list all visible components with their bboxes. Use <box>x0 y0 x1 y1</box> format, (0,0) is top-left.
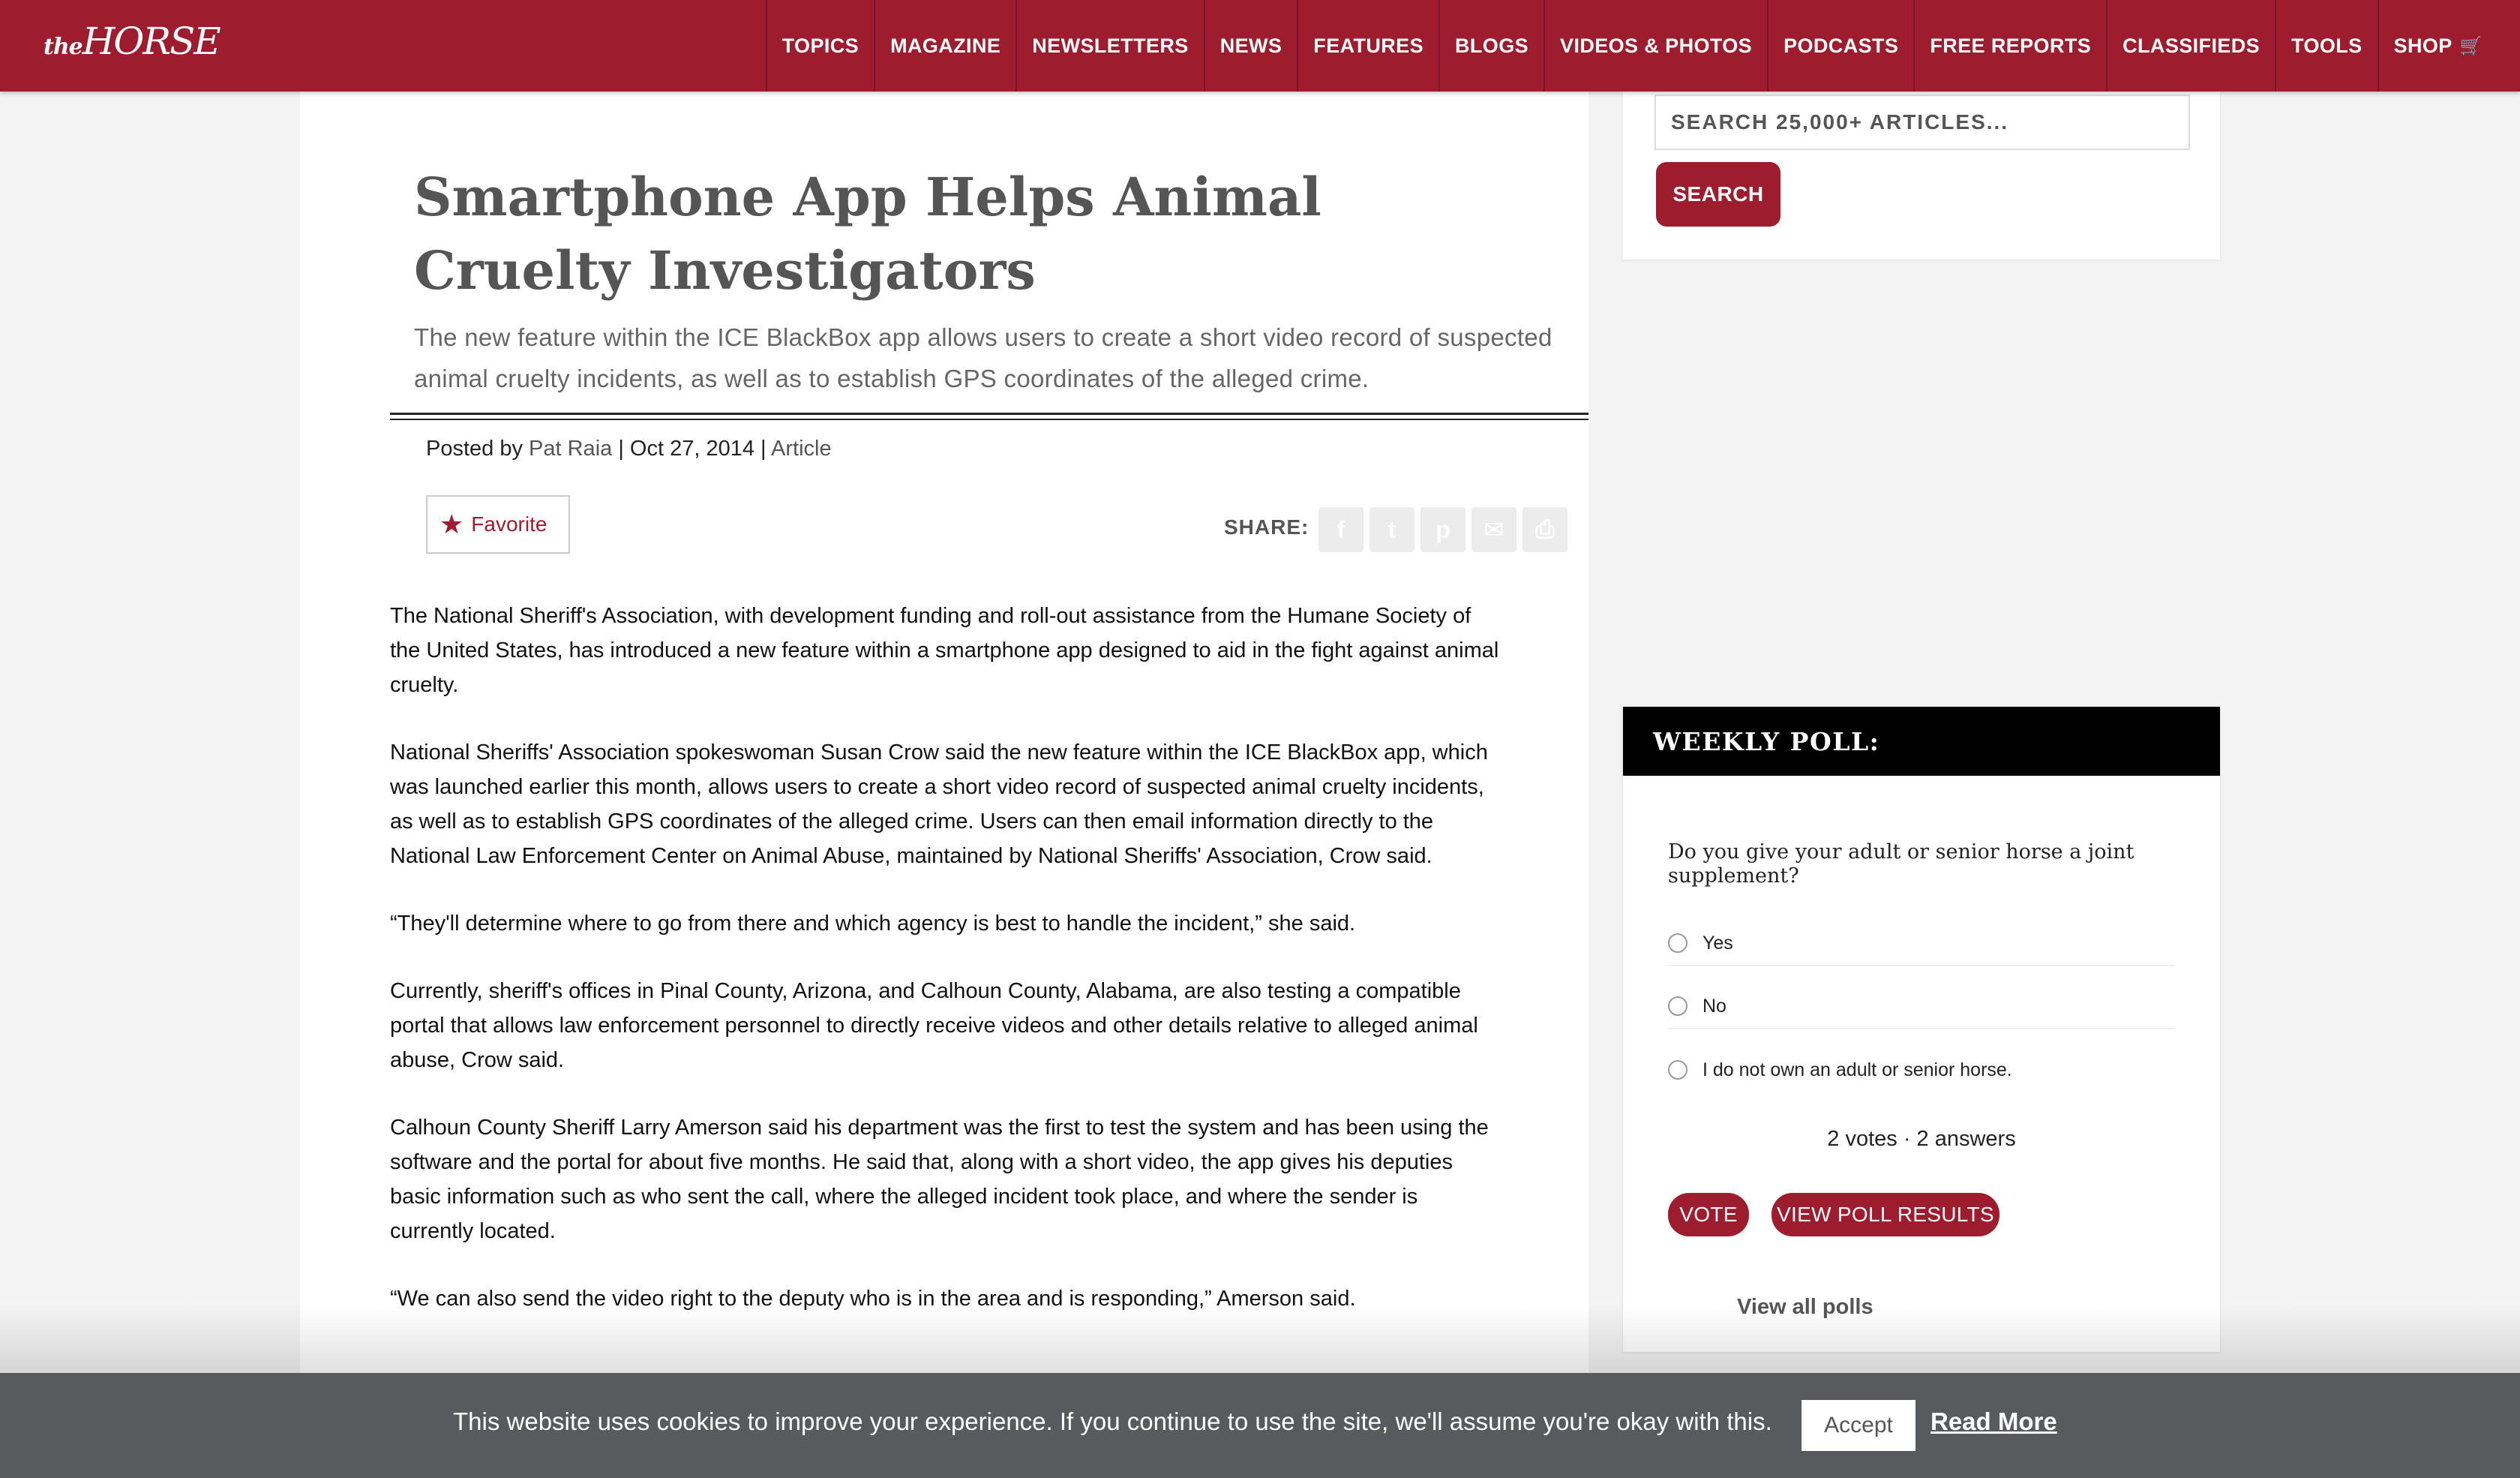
view-poll-results-button[interactable]: VIEW POLL RESULTS <box>1772 1193 2000 1236</box>
nav-item-free-reports[interactable]: FREE REPORTS <box>1913 0 2106 92</box>
logo-horse-text: HORSE <box>82 20 221 63</box>
article-paragraph: The National Sheriff's Association, with… <box>390 604 1499 697</box>
cookie-read-more-link[interactable]: Read More <box>1930 1407 2057 1436</box>
cookie-message: This website uses cookies to improve you… <box>453 1407 1772 1435</box>
nav-label: PODCASTS <box>1784 34 1899 57</box>
nav-label: CLASSIFIEDS <box>2122 34 2260 57</box>
nav-item-videos-photos[interactable]: VIDEOS & PHOTOS <box>1544 0 1767 92</box>
nav-item-news[interactable]: NEWS <box>1203 0 1298 92</box>
nav-label: FREE REPORTS <box>1930 34 2092 57</box>
radio-button[interactable] <box>1668 996 1688 1016</box>
cookie-accept-button[interactable]: Accept <box>1802 1400 1916 1451</box>
poll-question: Do you give your adult or senior horse a… <box>1668 840 2134 888</box>
nav-label: TOPICS <box>782 34 860 57</box>
cookie-bar-shadow <box>0 1305 2520 1373</box>
nav-label: VIDEOS & PHOTOS <box>1560 34 1753 57</box>
radio-button[interactable] <box>1668 933 1688 953</box>
weekly-poll-widget: WEEKLY POLL: Do you give your adult or s… <box>1623 707 2220 1352</box>
article-subtitle: The new feature within the ICE BlackBox … <box>414 323 1552 392</box>
meta-separator: | <box>612 437 630 461</box>
pinterest-icon[interactable]: p <box>1420 507 1466 552</box>
poll-vote-count: 2 votes · 2 answers <box>1827 1127 2016 1151</box>
nav-label: FEATURES <box>1313 34 1424 57</box>
nav-item-shop[interactable]: SHOP 🛒 <box>2377 0 2498 92</box>
article-date: Oct 27, 2014 <box>629 437 754 461</box>
poll-option-label: No <box>1702 995 1726 1017</box>
twitter-icon[interactable]: t <box>1370 507 1414 552</box>
nav-label: NEWS <box>1220 34 1282 57</box>
poll-option-label: Yes <box>1702 932 1733 954</box>
top-navigation-bar: the HORSE TOPICS MAGAZINE NEWSLETTERS NE… <box>0 0 2520 92</box>
share-label: SHARE: <box>1224 515 1310 539</box>
article-paragraph: “They'll determine where to go from ther… <box>390 912 1356 936</box>
article-meta: Posted by Pat Raia | Oct 27, 2014 | Arti… <box>426 437 832 461</box>
article-paragraph: Currently, sheriff's offices in Pinal Co… <box>390 979 1478 1072</box>
nav-item-topics[interactable]: TOPICS <box>765 0 874 92</box>
divider <box>390 413 1588 415</box>
email-icon[interactable]: ✉ <box>1472 507 1516 552</box>
search-widget: SEARCH <box>1623 92 2220 260</box>
meta-separator: | <box>754 437 772 461</box>
radio-button[interactable] <box>1668 1060 1688 1080</box>
poll-option-yes[interactable]: Yes <box>1668 921 2175 966</box>
search-button[interactable]: SEARCH <box>1656 162 1780 227</box>
nav-item-newsletters[interactable]: NEWSLETTERS <box>1016 0 1203 92</box>
poll-heading: WEEKLY POLL: <box>1623 707 2220 776</box>
star-icon: ★ <box>440 509 464 539</box>
article-paragraph: Calhoun County Sheriff Larry Amerson sai… <box>390 1116 1489 1243</box>
main-nav: TOPICS MAGAZINE NEWSLETTERS NEWS FEATURE… <box>765 0 2498 92</box>
cookie-consent-bar: This website uses cookies to improve you… <box>0 1373 2520 1478</box>
print-icon[interactable]: ⎙ <box>1522 507 1568 552</box>
nav-label: MAGAZINE <box>890 34 1001 57</box>
poll-option-label: I do not own an adult or senior horse. <box>1702 1059 2012 1080</box>
favorite-button[interactable]: ★ Favorite <box>426 495 570 554</box>
nav-label: NEWSLETTERS <box>1032 34 1189 57</box>
nav-label: BLOGS <box>1455 34 1529 57</box>
logo-the-text: the <box>44 34 83 60</box>
nav-item-magazine[interactable]: MAGAZINE <box>874 0 1016 92</box>
poll-option-no-horse[interactable]: I do not own an adult or senior horse. <box>1668 1047 2175 1092</box>
share-icons: f t p ✉ ⎙ <box>1318 507 1568 552</box>
cart-icon: 🛒 <box>2459 35 2482 56</box>
article-body: The National Sheriff's Association, with… <box>390 599 1500 1349</box>
nav-item-features[interactable]: FEATURES <box>1297 0 1438 92</box>
vote-button[interactable]: VOTE <box>1668 1193 1749 1236</box>
poll-option-no[interactable]: No <box>1668 984 2175 1029</box>
category-link[interactable]: Article <box>771 437 832 461</box>
divider <box>390 419 1588 420</box>
posted-by-label: Posted by <box>426 437 530 461</box>
article-title: Smartphone App Helps Animal Cruelty Inve… <box>414 166 1322 302</box>
nav-item-classifieds[interactable]: CLASSIFIEDS <box>2106 0 2275 92</box>
favorite-label: Favorite <box>471 512 548 536</box>
nav-item-podcasts[interactable]: PODCASTS <box>1767 0 1913 92</box>
article-paragraph: National Sheriffs' Association spokeswom… <box>390 741 1488 868</box>
site-logo[interactable]: the HORSE <box>44 20 221 63</box>
search-input[interactable] <box>1654 95 2190 150</box>
nav-label: TOOLS <box>2291 34 2362 57</box>
nav-item-tools[interactable]: TOOLS <box>2275 0 2378 92</box>
nav-label: SHOP <box>2393 34 2452 57</box>
author-link[interactable]: Pat Raia <box>529 437 612 461</box>
article-container: Smartphone App Helps Animal Cruelty Inve… <box>300 92 1588 1478</box>
facebook-icon[interactable]: f <box>1318 507 1364 552</box>
nav-item-blogs[interactable]: BLOGS <box>1438 0 1544 92</box>
